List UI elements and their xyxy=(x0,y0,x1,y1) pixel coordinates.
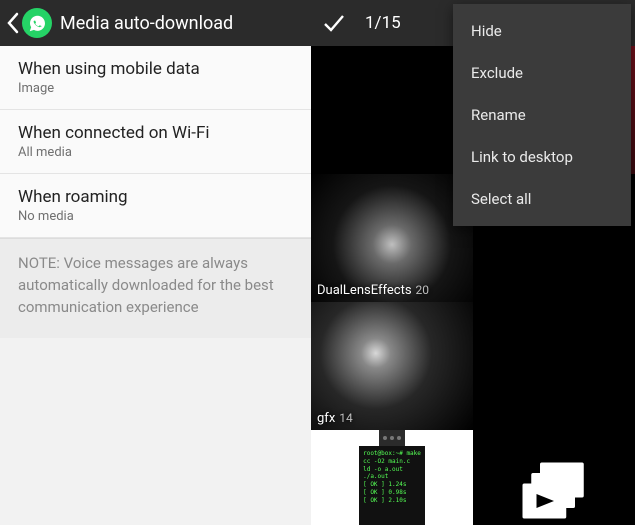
context-menu: Hide Exclude Rename Link to desktop Sele… xyxy=(453,4,631,226)
setting-mobile-data[interactable]: When using mobile data Image xyxy=(0,46,311,110)
menu-item-exclude[interactable]: Exclude xyxy=(453,52,631,94)
settings-note: NOTE: Voice messages are always automati… xyxy=(0,238,311,338)
album-screenshots[interactable]: root@box:~# make cc -O2 main.c ld -o a.o… xyxy=(311,430,473,525)
setting-roaming[interactable]: When roaming No media xyxy=(0,174,311,238)
album-blank[interactable] xyxy=(311,46,473,174)
album-name: DualLensEffects xyxy=(317,283,412,298)
play-stack-icon xyxy=(473,430,635,525)
setting-subtitle: Image xyxy=(18,81,293,96)
whatsapp-logo-icon xyxy=(22,8,52,38)
menu-item-rename[interactable]: Rename xyxy=(453,94,631,136)
setting-title: When roaming xyxy=(18,187,293,207)
settings-list: When using mobile data Image When connec… xyxy=(0,46,311,238)
album-blank[interactable] xyxy=(473,302,635,430)
setting-title: When using mobile data xyxy=(18,59,293,79)
whatsapp-settings-pane: Media auto-download When using mobile da… xyxy=(0,0,311,525)
setting-title: When connected on Wi-Fi xyxy=(18,123,293,143)
album-duallens[interactable]: DualLensEffects 20 xyxy=(311,174,473,302)
menu-item-select-all[interactable]: Select all xyxy=(453,178,631,220)
setting-subtitle: All media xyxy=(18,145,293,160)
album-count: 14 xyxy=(339,411,353,425)
album-name: gfx xyxy=(317,411,335,426)
back-icon[interactable] xyxy=(6,12,20,34)
done-icon[interactable] xyxy=(321,10,347,36)
menu-item-hide[interactable]: Hide xyxy=(453,10,631,52)
album-count: 20 xyxy=(416,283,430,297)
setting-wifi[interactable]: When connected on Wi-Fi All media xyxy=(0,110,311,174)
whatsapp-header: Media auto-download xyxy=(0,0,311,46)
gallery-pane: RADIO ROMAN DualLensEffects20 gfx14 root xyxy=(311,0,635,525)
menu-item-link-desktop[interactable]: Link to desktop xyxy=(453,136,631,178)
album-texture[interactable]: texture1 xyxy=(473,430,635,525)
selection-counter: 1/15 xyxy=(365,13,401,33)
setting-subtitle: No media xyxy=(18,209,293,224)
album-gfx[interactable]: gfx 14 xyxy=(311,302,473,430)
page-title: Media auto-download xyxy=(60,13,233,34)
